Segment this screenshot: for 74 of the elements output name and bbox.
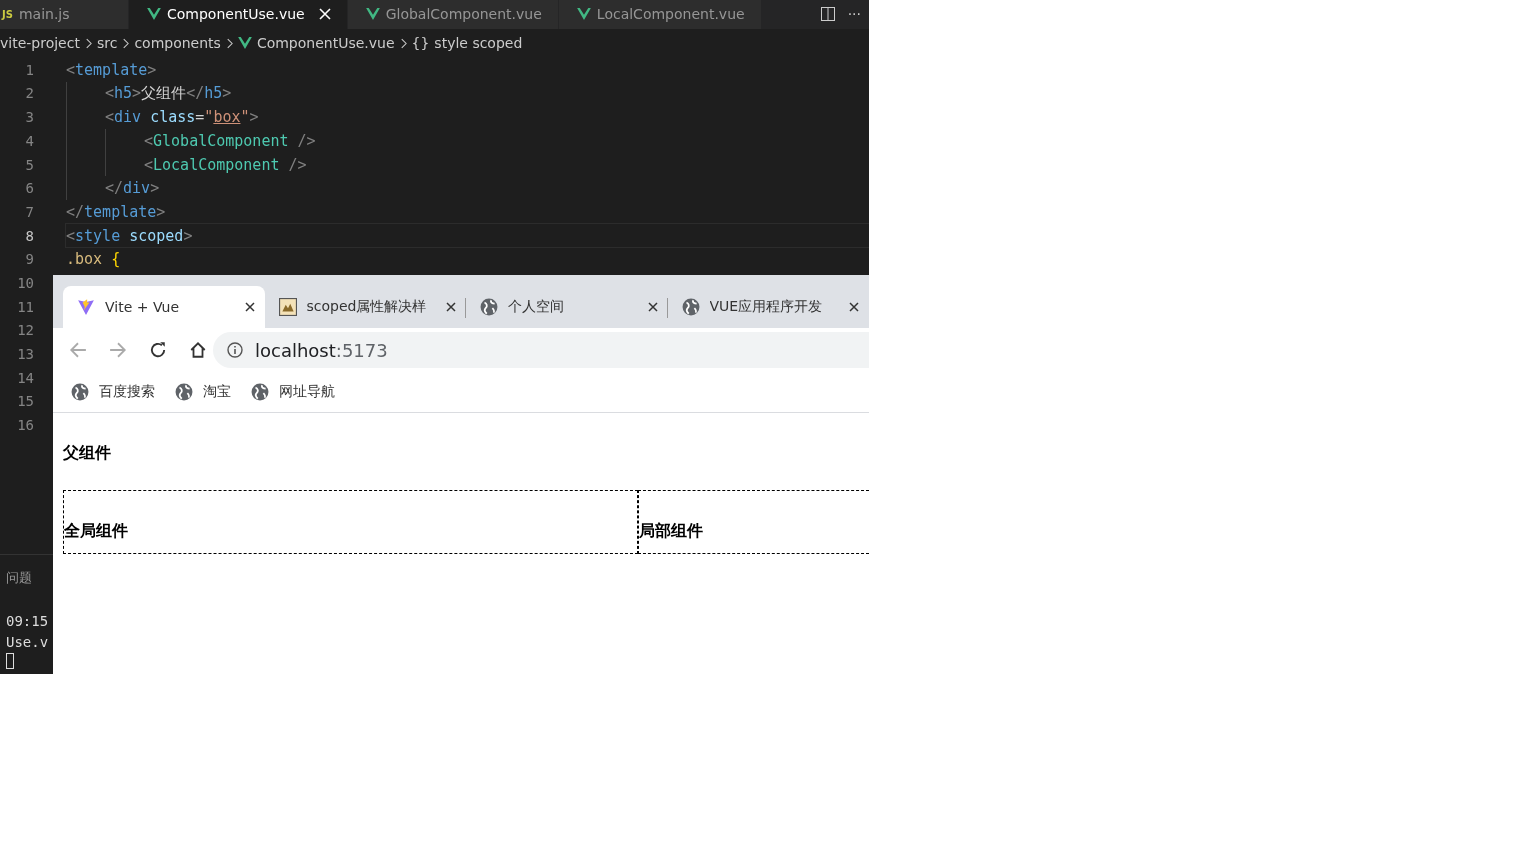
- braces-icon: {}: [411, 35, 430, 52]
- home-icon[interactable]: [189, 341, 207, 359]
- bookmark[interactable]: 淘宝: [175, 383, 231, 401]
- reload-icon[interactable]: [149, 341, 167, 359]
- line-number: 3: [25, 109, 34, 126]
- vue-logo-icon: [365, 8, 380, 21]
- editor-tab[interactable]: LocalComponent.vue: [558, 0, 762, 29]
- bookmark[interactable]: 百度搜索: [71, 383, 155, 401]
- line-number: 4: [25, 132, 34, 149]
- code-line: </template>: [66, 202, 166, 221]
- terminal-cursor: [6, 653, 14, 670]
- js-file-icon: JS: [2, 8, 13, 20]
- globe-icon: [251, 383, 269, 401]
- browser-tab[interactable]: VUE应用程序开发: [667, 286, 869, 328]
- line-number: 12: [17, 322, 34, 339]
- terminal-line: 09:15: [6, 612, 50, 632]
- component-label: 局部组件: [639, 520, 703, 542]
- close-icon[interactable]: [446, 302, 456, 312]
- line-number: 6: [25, 180, 34, 197]
- globe-icon: [71, 383, 89, 401]
- code-line: <GlobalComponent />: [144, 131, 316, 150]
- line-number: 1: [25, 61, 34, 78]
- globe-icon: [175, 383, 193, 401]
- globe-icon: [681, 298, 700, 316]
- editor-tab[interactable]: ComponentUse.vue: [129, 0, 348, 29]
- chevron-right-icon: [225, 37, 233, 49]
- editor-tab[interactable]: JS main.js: [0, 0, 129, 29]
- breadcrumb-item[interactable]: components: [134, 35, 221, 52]
- bookmark[interactable]: 网址导航: [251, 383, 335, 401]
- vite-logo-icon: [77, 298, 95, 316]
- line-number: 10: [17, 274, 34, 291]
- line-number: 5: [25, 156, 34, 173]
- panel-tab[interactable]: 问题: [6, 569, 32, 588]
- close-icon[interactable]: [244, 302, 255, 312]
- code-line: <div class="box">: [105, 108, 259, 127]
- code-line: <h5>父组件</h5>: [105, 83, 232, 103]
- vue-logo-icon: [147, 8, 161, 21]
- split-editor-icon[interactable]: [819, 6, 836, 23]
- line-number: 15: [17, 393, 34, 410]
- line-number: 16: [17, 417, 34, 434]
- terminal-line: Use.v: [6, 633, 50, 653]
- close-icon[interactable]: [849, 302, 859, 312]
- breadcrumb-item[interactable]: src: [96, 35, 118, 52]
- breadcrumb-item[interactable]: style scoped: [434, 35, 523, 52]
- chevron-right-icon: [122, 37, 130, 49]
- browser-tab[interactable]: 个人空间: [466, 286, 668, 328]
- info-icon: [227, 342, 243, 358]
- breadcrumb-item[interactable]: vite-project: [0, 35, 80, 52]
- line-number: 7: [25, 203, 34, 220]
- browser-tab[interactable]: Vite + Vue: [63, 286, 265, 328]
- chevron-right-icon: [84, 37, 92, 49]
- code-line: <style scoped>: [66, 226, 193, 245]
- line-number: 11: [17, 298, 34, 315]
- vue-logo-icon: [237, 37, 252, 50]
- globe-icon: [480, 298, 498, 316]
- code-line: <template>: [66, 60, 157, 79]
- code-line: .box {: [66, 250, 121, 269]
- close-icon[interactable]: [647, 302, 658, 312]
- line-number: 2: [25, 85, 34, 102]
- browser-tab[interactable]: scoped属性解决样: [264, 286, 466, 328]
- address-bar[interactable]: localhost:5173: [213, 332, 869, 368]
- editor-tab[interactable]: GlobalComponent.vue: [347, 0, 559, 29]
- vue-logo-icon: [576, 8, 591, 21]
- more-actions-button[interactable]: ···: [847, 6, 861, 23]
- code-line: </div>: [105, 179, 160, 198]
- chevron-right-icon: [399, 37, 407, 49]
- page-heading: 父组件: [63, 443, 112, 464]
- component-label: 全局组件: [64, 520, 128, 542]
- line-number: 13: [17, 346, 34, 362]
- line-number: 8: [25, 227, 34, 244]
- line-number: 9: [25, 251, 34, 268]
- breadcrumb-item[interactable]: ComponentUse.vue: [256, 35, 395, 52]
- code-line: <LocalComponent />: [144, 155, 307, 174]
- line-number: 14: [17, 369, 34, 386]
